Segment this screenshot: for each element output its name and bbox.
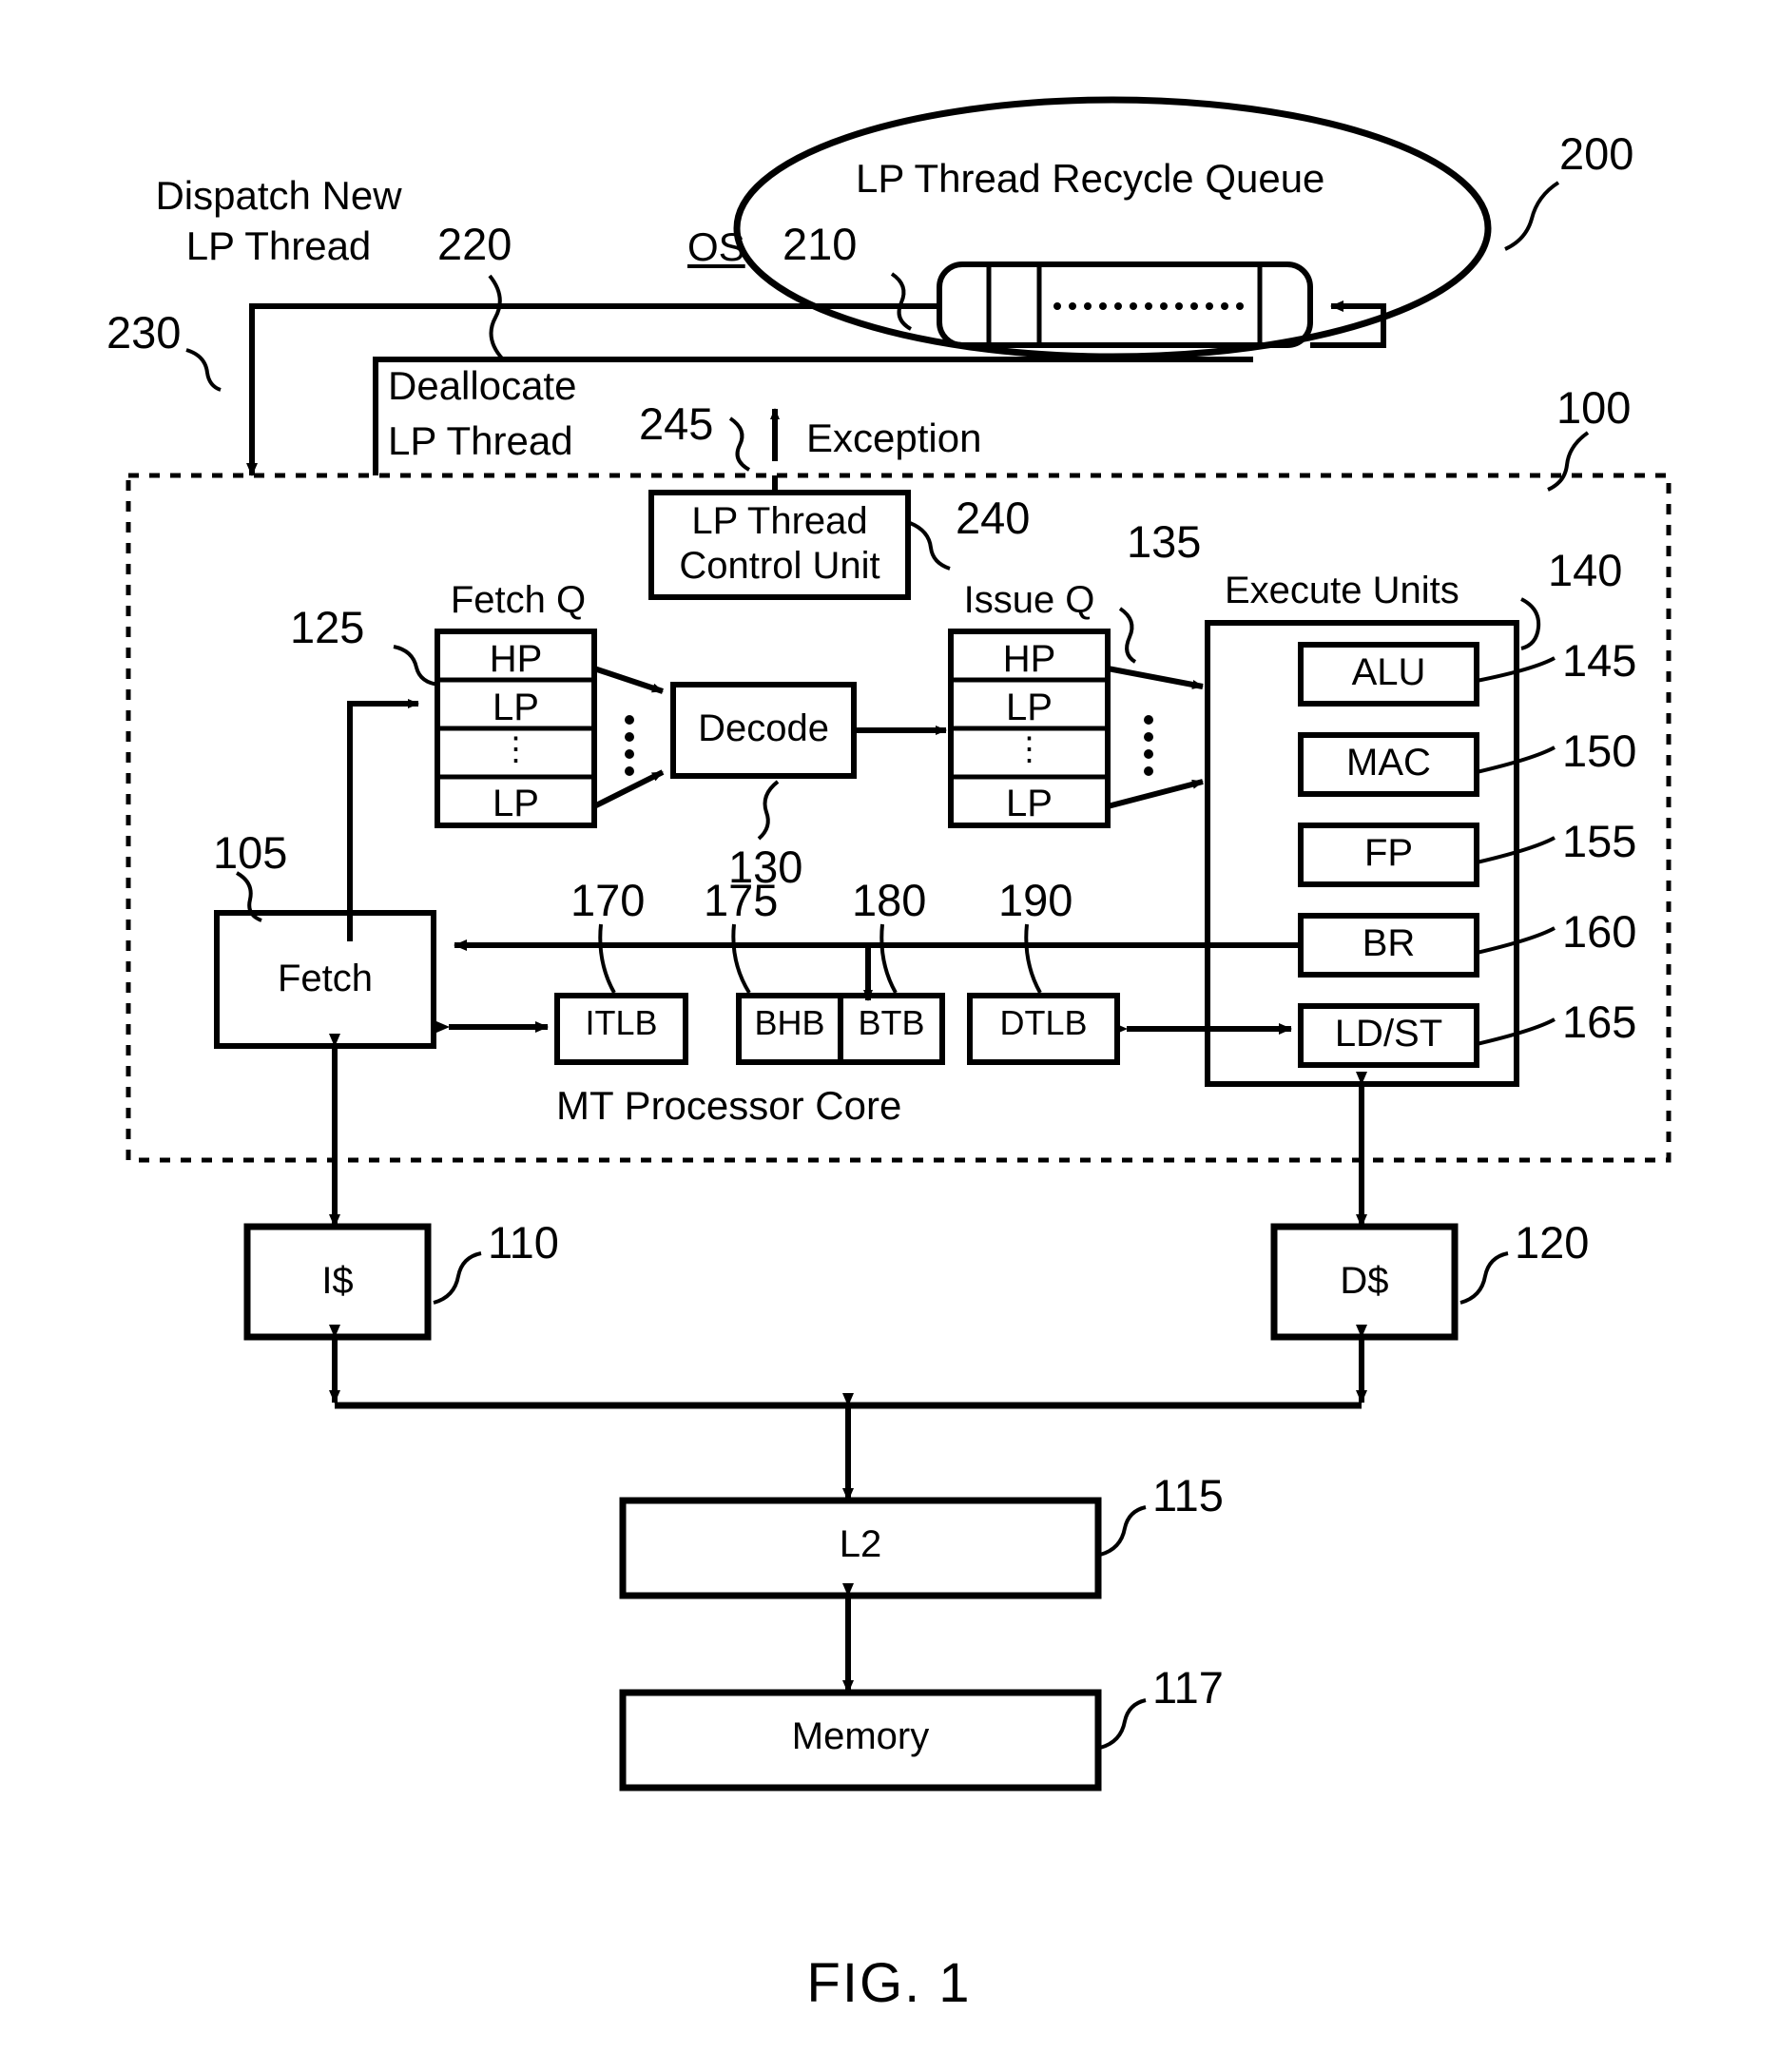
ref-125: 125 [290,602,365,652]
leader-175 [731,923,751,995]
control-unit-label-line2: Control Unit [679,545,880,587]
mac-label: MAC [1346,742,1431,784]
os-label: OS [687,224,745,269]
ref-120: 120 [1515,1217,1590,1268]
deallocate-label-line2: LP Thread [388,418,573,463]
decode-label: Decode [698,707,829,749]
leader-200 [1504,181,1560,251]
btb-label: BTB [858,1003,925,1042]
leader-210 [890,272,913,331]
br-label: BR [1362,922,1416,964]
ref-245: 245 [639,398,714,449]
exception-label: Exception [806,416,982,460]
leader-110 [433,1251,482,1305]
recycle-queue-box [937,261,1313,348]
ref-155: 155 [1562,816,1637,866]
leader-180 [879,923,898,994]
leader-140 [1520,597,1541,650]
control-unit-label-line1: LP Thread [691,500,868,542]
fetch-to-fetchq [347,699,419,713]
ref-220: 220 [437,219,512,269]
patent-figure-page: Dispatch New LP Thread 220 230 OS 210 LP… [0,0,1778,2072]
leader-170 [598,923,616,994]
icache-label: I$ [321,1260,354,1302]
memory-label: Memory [791,1715,930,1757]
issue-queue-cell-1: LP [1006,687,1053,728]
fetch-queue-cell-2: ⋮ [499,731,532,767]
alu-label: ALU [1351,651,1426,693]
dispatch-new-label-line1: Dispatch New [155,173,402,218]
ref-210: 210 [783,219,858,269]
issue-queue-caption: Issue Q [963,579,1095,621]
deallocate-label-line1: Deallocate [388,363,577,408]
ref-150: 150 [1562,726,1637,776]
recycle-queue-title: LP Thread Recycle Queue [856,156,1325,201]
ref-117: 117 [1152,1662,1224,1713]
leader-120 [1459,1251,1509,1305]
ref-115: 115 [1152,1470,1224,1520]
dcache-label: D$ [1340,1260,1389,1302]
queue-dots [1053,302,1244,310]
ref-140: 140 [1548,545,1623,595]
issue-queue-cell-3: LP [1006,783,1053,824]
leader-245 [728,416,751,472]
bhb-label: BHB [754,1003,825,1042]
ref-145: 145 [1562,635,1637,686]
ref-180: 180 [852,875,927,925]
ref-100: 100 [1556,382,1632,433]
ref-175: 175 [704,875,779,925]
leader-130 [757,780,780,841]
fanout-issueq-exec-bot [1107,779,1204,809]
leader-125 [393,645,440,687]
fanout-dots-2 [1144,715,1153,776]
fetch-queue-caption: Fetch Q [450,579,587,621]
leader-230 [185,348,222,392]
leader-117 [1099,1698,1147,1750]
ref-160: 160 [1562,906,1637,957]
fanout-fetchq-decode-top [593,666,664,694]
ref-170: 170 [570,875,646,925]
fp-label: FP [1363,832,1414,874]
leader-100 [1547,431,1590,492]
fanout-fetchq-decode-bot [592,769,665,809]
ref-165: 165 [1562,997,1637,1047]
leader-240 [909,521,951,571]
leader-115 [1099,1505,1147,1557]
fetch-label: Fetch [277,958,374,999]
fetch-queue-cell-1: LP [493,687,539,728]
dtlb-label: DTLB [999,1003,1088,1042]
fetch-queue-cell-0: HP [489,638,543,680]
ref-105: 105 [213,827,288,878]
mt-processor-core-caption: MT Processor Core [556,1083,902,1128]
ref-230: 230 [106,307,182,358]
fanout-issueq-exec-top [1107,666,1204,689]
execute-units-caption: Execute Units [1225,570,1459,611]
issue-queue-cell-2: ⋮ [1013,731,1046,767]
l2-label: L2 [839,1523,882,1565]
ref-135: 135 [1127,516,1202,567]
fanout-dots-1 [625,715,634,776]
figure-caption: FIG. 1 [806,1952,972,2014]
dispatch-new-label-line2: LP Thread [185,223,372,268]
leader-220 [488,274,505,361]
ref-110: 110 [488,1217,559,1268]
ref-200: 200 [1559,128,1634,179]
ldst-label: LD/ST [1334,1013,1443,1055]
fetch-queue-cell-3: LP [493,783,539,824]
ref-190: 190 [998,875,1073,925]
ref-240: 240 [956,493,1031,543]
issue-queue-cell-0: HP [1002,638,1056,680]
itlb-label: ITLB [585,1003,658,1042]
leader-190 [1024,923,1042,994]
